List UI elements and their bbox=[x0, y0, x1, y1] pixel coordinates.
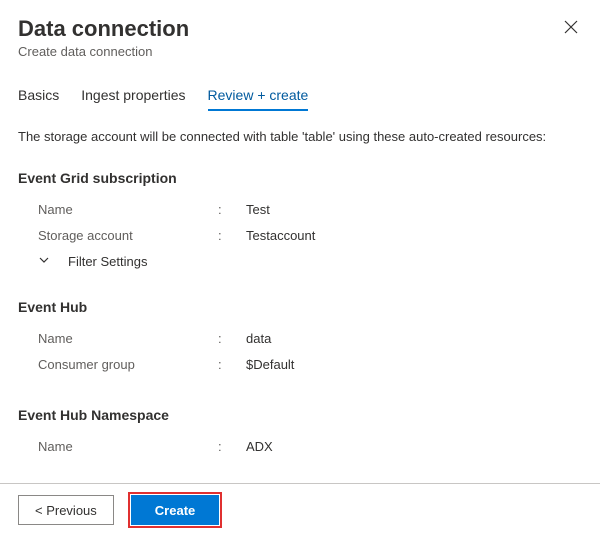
value-event-hub-name: data bbox=[246, 331, 271, 346]
previous-button[interactable]: < Previous bbox=[18, 495, 114, 525]
row-event-hub-consumer: Consumer group : $Default bbox=[18, 351, 582, 377]
close-icon bbox=[564, 22, 578, 37]
tab-review-create[interactable]: Review + create bbox=[208, 87, 309, 111]
label-event-hub-consumer: Consumer group bbox=[18, 357, 218, 372]
row-event-hub-name: Name : data bbox=[18, 325, 582, 351]
value-namespace-name: ADX bbox=[246, 439, 273, 454]
create-button-highlight: Create bbox=[128, 492, 222, 528]
footer-divider bbox=[0, 483, 600, 484]
info-text: The storage account will be connected wi… bbox=[18, 129, 582, 144]
label-namespace-name: Name bbox=[18, 439, 218, 454]
row-event-grid-name: Name : Test bbox=[18, 196, 582, 222]
section-title-event-grid: Event Grid subscription bbox=[18, 170, 582, 186]
page-subtitle: Create data connection bbox=[18, 44, 189, 59]
tab-ingest-properties[interactable]: Ingest properties bbox=[81, 87, 185, 111]
label-event-hub-name: Name bbox=[18, 331, 218, 346]
tab-basics[interactable]: Basics bbox=[18, 87, 59, 111]
label-event-grid-storage: Storage account bbox=[18, 228, 218, 243]
section-title-event-hub: Event Hub bbox=[18, 299, 582, 315]
label-event-grid-name: Name bbox=[18, 202, 218, 217]
row-namespace-name: Name : ADX bbox=[18, 433, 582, 459]
chevron-down-icon bbox=[38, 254, 68, 269]
row-event-grid-storage: Storage account : Testaccount bbox=[18, 222, 582, 248]
create-button[interactable]: Create bbox=[131, 495, 219, 525]
section-title-namespace: Event Hub Namespace bbox=[18, 407, 582, 423]
filter-settings-label: Filter Settings bbox=[68, 254, 147, 269]
value-event-grid-name: Test bbox=[246, 202, 270, 217]
value-event-grid-storage: Testaccount bbox=[246, 228, 315, 243]
value-event-hub-consumer: $Default bbox=[246, 357, 294, 372]
filter-settings-expander[interactable]: Filter Settings bbox=[18, 254, 582, 269]
page-title: Data connection bbox=[18, 16, 189, 42]
close-button[interactable] bbox=[560, 16, 582, 41]
tab-bar: Basics Ingest properties Review + create bbox=[18, 87, 582, 111]
